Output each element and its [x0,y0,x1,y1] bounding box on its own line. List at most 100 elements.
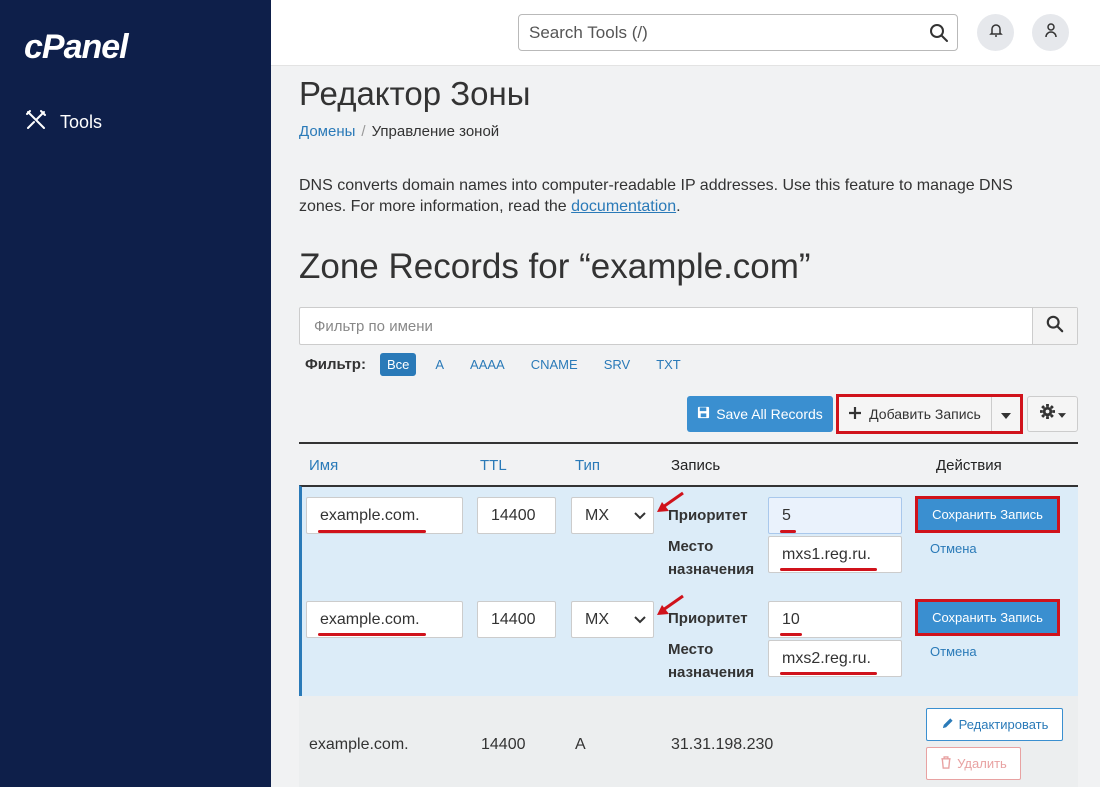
record-ttl: 14400 [481,736,526,753]
save-record-button[interactable]: Сохранить Запись [915,599,1060,636]
type-filter-row: Фильтр: Все A AAAA CNAME SRV TXT [305,353,700,376]
search-icon [1046,315,1064,338]
sidebar-item-label: Tools [60,112,103,132]
priority-label: Приоритет [668,507,748,524]
priority-value: 10 [782,610,800,628]
search-tools-input[interactable] [519,15,919,50]
filter-label: Фильтр: [305,356,366,373]
save-record-label: Сохранить Запись [918,499,1057,530]
delete-record-button[interactable]: Удалить [926,747,1021,780]
add-record-button-group: Добавить Запись [836,394,1023,434]
ttl-value: 14400 [491,610,536,628]
plus-icon [849,406,862,422]
filter-by-name-input[interactable] [300,308,1030,344]
column-header-type[interactable]: Тип [575,457,600,474]
zone-records-title: Zone Records for “example.com” [299,247,811,286]
documentation-link[interactable]: documentation [571,198,676,215]
table-row: example.com. 14400 MX Приоритет Место на… [299,485,1078,590]
sidebar-item-tools[interactable]: Tools [24,108,102,137]
pencil-icon [941,717,954,733]
edit-record-label: Редактировать [958,717,1049,732]
sidebar: cPanel Tools [0,0,271,787]
destination-value: mxs2.reg.ru. [782,649,871,667]
breadcrumb-current: Управление зоной [371,123,500,140]
filter-aaaa[interactable]: AAAA [463,353,512,376]
type-value: MX [585,610,609,628]
filter-box [299,307,1078,345]
search-tools-box [518,14,958,51]
record-type: A [575,736,586,753]
delete-record-label: Удалить [957,756,1007,771]
save-record-button[interactable]: Сохранить Запись [915,496,1060,533]
annotation-underline [318,530,426,533]
record-name-value: example.com. [320,610,420,628]
annotation-underline [780,530,796,533]
save-all-records-button[interactable]: Save All Records [687,396,833,432]
record-name-value: example.com. [320,506,420,524]
chevron-down-icon [633,508,647,527]
breadcrumb-domains-link[interactable]: Домены [299,123,355,140]
filter-a[interactable]: A [428,353,451,376]
filter-search-button[interactable] [1032,308,1077,344]
settings-dropdown-button[interactable] [1027,396,1078,432]
gear-icon [1039,404,1055,424]
cancel-link[interactable]: Отмена [930,541,977,556]
notifications-button[interactable] [977,14,1014,51]
description-end: . [676,198,681,215]
page-description: DNS converts domain names into computer-… [299,175,1059,217]
table-row: example.com. 14400 MX Приоритет Место на… [299,590,1078,696]
filter-txt[interactable]: TXT [649,353,688,376]
column-header-record: Запись [671,457,721,474]
main-content: Редактор Зоны Домены / Управление зоной DN… [271,67,1100,787]
filter-srv[interactable]: SRV [597,353,638,376]
filter-cname[interactable]: CNAME [524,353,585,376]
save-record-label: Сохранить Запись [918,602,1057,633]
breadcrumb-separator: / [361,123,366,140]
column-header-actions: Действия [936,457,1002,474]
tools-icon [24,108,48,137]
annotation-underline [780,672,877,675]
destination-label: Место назначения [668,538,755,578]
bell-icon [988,22,1004,43]
record-value: 31.31.198.230 [671,736,774,753]
table-header: Имя TTL Тип Запись Действия [299,442,1078,486]
destination-value: mxs1.reg.ru. [782,545,871,563]
ttl-input[interactable]: 14400 [477,601,556,638]
record-name-input[interactable]: example.com. [306,497,463,534]
type-select[interactable]: MX [571,601,654,638]
priority-label: Приоритет [668,610,748,627]
column-header-name[interactable]: Имя [309,457,338,474]
chevron-down-icon [633,612,647,631]
top-bar [271,0,1100,66]
annotation-underline [780,568,877,571]
caret-down-icon [1057,405,1066,423]
breadcrumb: Домены / Управление зоной [299,123,499,140]
priority-input[interactable]: 5 [768,497,902,534]
table-row: example.com. 14400 A 31.31.198.230 Редак… [299,696,1078,787]
add-record-button[interactable]: Добавить Запись [839,397,992,431]
column-header-ttl[interactable]: TTL [480,457,507,474]
destination-label: Место назначения [668,641,755,681]
trash-icon [940,755,952,772]
floppy-disk-icon [697,406,710,422]
add-record-dropdown-toggle[interactable] [992,397,1020,431]
caret-down-icon [1001,406,1011,422]
annotation-underline [780,633,802,636]
user-menu-button[interactable] [1032,14,1069,51]
edit-record-button[interactable]: Редактировать [926,708,1063,741]
ttl-value: 14400 [491,506,536,524]
annotation-underline [318,633,426,636]
page-title: Редактор Зоны [299,75,531,112]
type-value: MX [585,506,609,524]
user-icon [1043,22,1059,43]
record-name: example.com. [309,736,409,753]
add-record-label: Добавить Запись [869,406,981,422]
search-icon[interactable] [929,23,949,48]
priority-value: 5 [782,506,791,524]
filter-all[interactable]: Все [379,353,417,376]
cpanel-logo[interactable]: cPanel [24,28,129,67]
ttl-input[interactable]: 14400 [477,497,556,534]
type-select[interactable]: MX [571,497,654,534]
save-all-label: Save All Records [716,406,823,422]
cancel-link[interactable]: Отмена [930,644,977,659]
